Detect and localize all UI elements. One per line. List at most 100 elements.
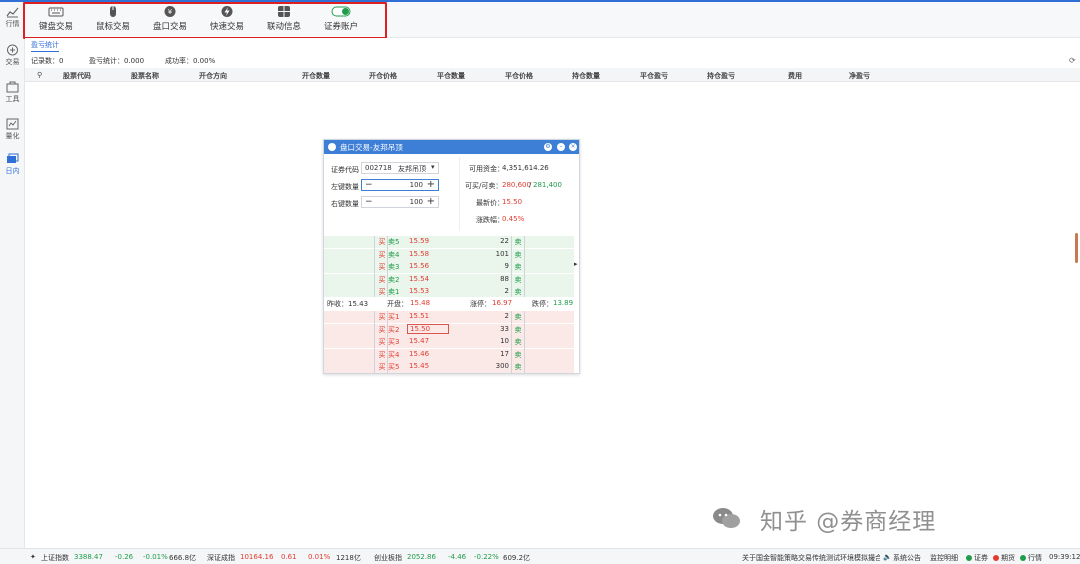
search-icon[interactable]: ⚲ — [37, 71, 42, 79]
bid-level: 买3 — [388, 338, 400, 346]
column-separator — [511, 236, 512, 298]
bid-row[interactable]: 买 买5 15.45 300 卖 — [324, 361, 574, 373]
sell-cell[interactable]: 卖 — [513, 237, 523, 247]
right-qty-value[interactable]: 100 — [410, 198, 423, 206]
buy-cell[interactable]: 买 — [377, 350, 387, 360]
sell-cell[interactable]: 卖 — [513, 337, 523, 347]
bid-price-selected[interactable]: 15.50 — [407, 323, 450, 334]
plus-icon[interactable]: + — [427, 197, 435, 207]
bid-price[interactable]: 15.46 — [409, 350, 429, 358]
sh-index-label[interactable]: 上证指数 — [41, 553, 69, 563]
tab-strip: 盈亏统计 — [25, 38, 1080, 53]
column-header[interactable]: 持仓数量 — [572, 71, 600, 81]
bid-row[interactable]: 买 买1 15.51 2 卖 — [324, 311, 574, 323]
change-pct-value: 0.45% — [502, 215, 525, 223]
buy-cell[interactable]: 买 — [377, 362, 387, 372]
open-value: 15.48 — [410, 299, 431, 307]
minimize-icon[interactable]: – — [557, 143, 565, 151]
sell-cell[interactable]: 卖 — [513, 250, 523, 260]
speaker-icon: 🔈 — [883, 553, 892, 561]
bid-row[interactable]: 买 买4 15.46 17 卖 — [324, 348, 574, 361]
sell-cell[interactable]: 卖 — [513, 362, 523, 372]
buy-cell[interactable]: 买 — [377, 312, 387, 322]
cy-index-label[interactable]: 创业板指 — [374, 553, 402, 563]
ask-price[interactable]: 15.54 — [409, 275, 429, 283]
column-header[interactable]: 平仓盈亏 — [640, 71, 668, 81]
buy-cell[interactable]: 买 — [377, 250, 387, 260]
ask-price[interactable]: 15.53 — [409, 287, 429, 295]
buy-cell[interactable]: 买 — [377, 262, 387, 272]
form-divider — [459, 157, 460, 231]
security-code-select[interactable]: 002718 友邦吊顶 ▾ — [361, 162, 439, 174]
sidebar-item-intraday[interactable]: 日内 — [0, 153, 25, 183]
left-qty-stepper[interactable]: − 100 + — [361, 179, 439, 191]
cy-index-change: -4.46 — [448, 553, 467, 561]
sidebar-item-tools[interactable]: 工具 — [0, 81, 25, 111]
sell-cell[interactable]: 卖 — [513, 325, 523, 335]
bid-price[interactable]: 15.47 — [409, 337, 429, 345]
can-buy-value: 280,600 — [502, 181, 531, 189]
sz-index-label[interactable]: 深证成指 — [207, 553, 235, 563]
bid-row[interactable]: 买 买3 15.47 10 卖 — [324, 336, 574, 348]
ask-price[interactable]: 15.56 — [409, 262, 429, 270]
status-quotes: 行情 — [1020, 553, 1042, 563]
ask-row[interactable]: 买 卖4 15.58 101 卖 — [324, 248, 574, 261]
buy-cell[interactable]: 买 — [377, 275, 387, 285]
status-dot-icon — [966, 555, 972, 561]
tab-profit-stats[interactable]: 盈亏统计 — [31, 40, 59, 52]
trades-table-header: ⚲ 股票代码 股票名称 开仓方向 开仓数量 开仓价格 平仓数量 平仓价格 持仓数… — [25, 68, 1080, 82]
sell-cell[interactable]: 卖 — [513, 262, 523, 272]
column-header[interactable]: 开仓数量 — [302, 71, 330, 81]
column-header[interactable]: 开仓价格 — [369, 71, 397, 81]
column-header[interactable]: 净盈亏 — [849, 71, 870, 81]
sidebar-item-trade[interactable]: 交易 — [0, 44, 25, 74]
ask-volume: 88 — [500, 274, 509, 283]
minus-icon[interactable]: − — [365, 181, 373, 190]
plus-icon[interactable]: + — [427, 180, 435, 190]
left-qty-value[interactable]: 100 — [410, 181, 423, 189]
buy-cell[interactable]: 买 — [377, 325, 387, 335]
expand-arrow-icon[interactable]: ▸ — [574, 260, 578, 268]
ask-row[interactable]: 买 卖3 15.56 9 卖 — [324, 261, 574, 273]
column-header[interactable]: 股票代码 — [63, 71, 91, 81]
sell-cell[interactable]: 卖 — [513, 287, 523, 297]
sell-cell[interactable]: 卖 — [513, 350, 523, 360]
scroll-indicator[interactable] — [1075, 233, 1078, 263]
bid-price[interactable]: 15.45 — [409, 362, 429, 370]
record-count: 记录数：0 — [31, 57, 64, 65]
column-header[interactable]: 费用 — [788, 71, 802, 81]
notice-ticker[interactable]: 关于国金智能策略交易传统测试环境模拟撮合 — [742, 553, 880, 563]
bid-price[interactable]: 15.51 — [409, 312, 429, 320]
right-qty-stepper[interactable]: − 100 + — [361, 196, 439, 208]
column-header[interactable]: 持仓盈亏 — [707, 71, 735, 81]
buy-cell[interactable]: 买 — [377, 237, 387, 247]
pin-icon[interactable]: ✦ — [30, 553, 36, 561]
sell-cell[interactable]: 卖 — [513, 312, 523, 322]
ask-row[interactable]: 买 卖5 15.59 22 卖 — [324, 236, 574, 248]
ask-price[interactable]: 15.58 — [409, 250, 429, 258]
buy-cell[interactable]: 买 — [377, 337, 387, 347]
settings-icon[interactable]: ⚙ — [544, 143, 552, 151]
sidebar-item-quant[interactable]: 量化 — [0, 118, 25, 148]
close-icon[interactable]: × — [569, 143, 577, 151]
ask-price[interactable]: 15.59 — [409, 237, 429, 245]
column-header[interactable]: 开仓方向 — [199, 71, 227, 81]
bid-row[interactable]: 买 买2 15.50 33 卖 — [324, 323, 574, 336]
sidebar-item-quotes[interactable]: 行情 — [0, 6, 25, 36]
ask-row[interactable]: 买 卖2 15.54 88 卖 — [324, 273, 574, 286]
sell-cell[interactable]: 卖 — [513, 275, 523, 285]
column-header[interactable]: 平仓数量 — [437, 71, 465, 81]
refresh-icon[interactable]: ⟳ — [1069, 56, 1076, 65]
code-label: 证券代码 — [331, 166, 359, 174]
monitor-details[interactable]: 监控明细 — [930, 553, 958, 563]
dialog-titlebar[interactable]: 盘口交易-友邦吊顶 ⚙ – × — [324, 140, 579, 154]
available-funds-label: 可用资金： — [469, 165, 504, 173]
bid-volume: 2 — [504, 312, 509, 320]
column-header[interactable]: 平仓价格 — [505, 71, 533, 81]
limit-down-label: 跌停： — [532, 300, 553, 308]
minus-icon[interactable]: − — [365, 198, 373, 207]
column-header[interactable]: 股票名称 — [131, 71, 159, 81]
limit-up-value: 16.97 — [492, 299, 513, 307]
buy-cell[interactable]: 买 — [377, 287, 387, 297]
system-announcement[interactable]: 系统公告 — [893, 553, 921, 563]
